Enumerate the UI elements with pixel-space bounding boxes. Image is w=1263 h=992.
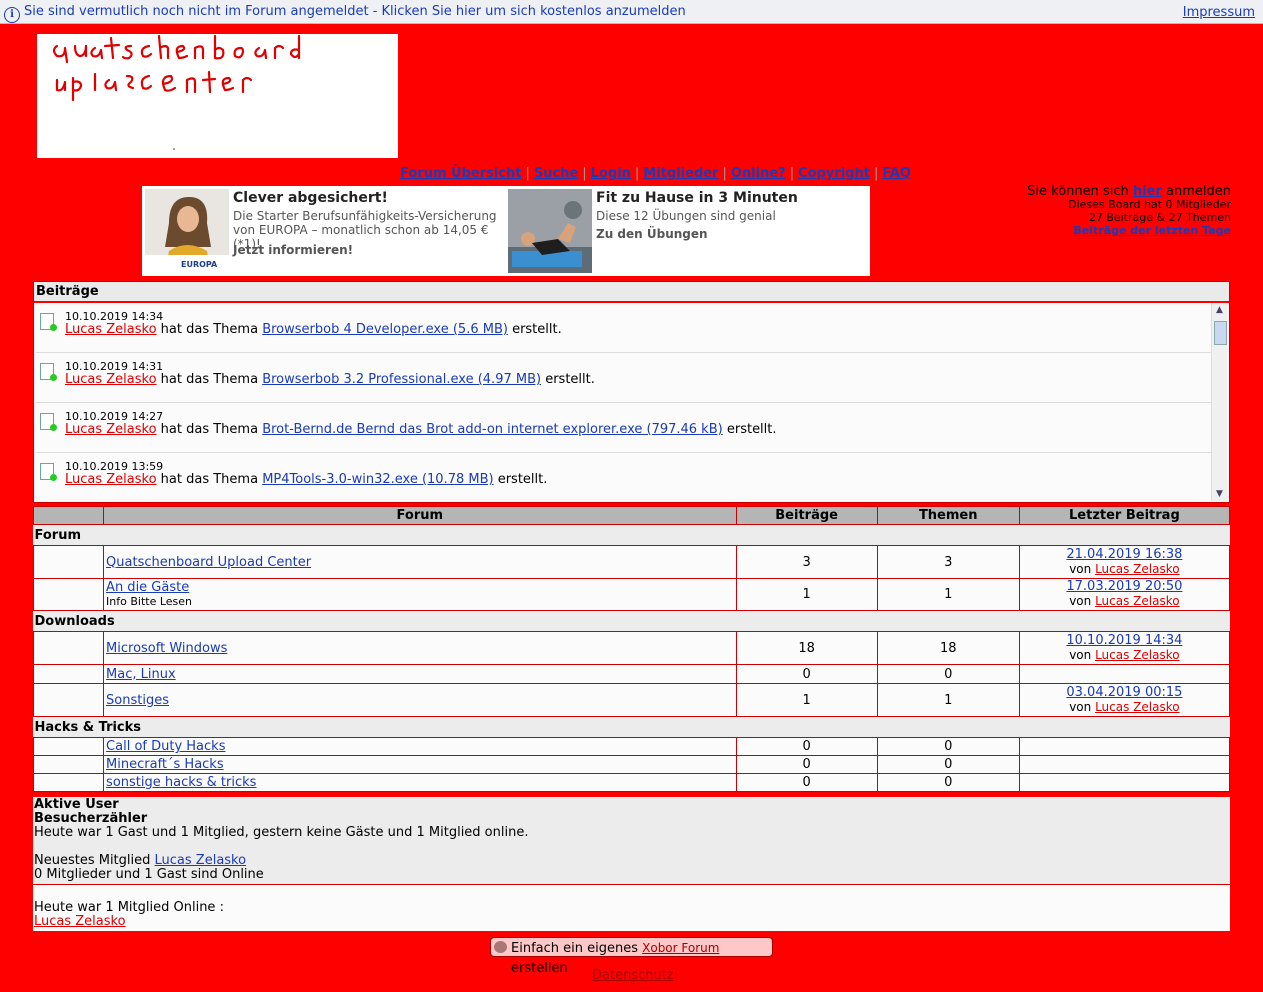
new-topic-icon xyxy=(40,313,57,331)
table-row: Sonstiges 1 1 03.04.2019 00:15 von Lucas … xyxy=(32,683,1231,717)
category-hacks: Hacks & Tricks xyxy=(33,716,1230,738)
scroll-down-icon[interactable]: ▼ xyxy=(1213,488,1226,500)
user-link[interactable]: Lucas Zelasko xyxy=(1095,594,1180,608)
col-posts: Beiträge xyxy=(735,506,878,525)
ad-brand: EUROPA xyxy=(181,260,218,269)
forum-link[interactable]: Call of Duty Hacks xyxy=(106,739,225,754)
privacy-link[interactable]: Datenschutz xyxy=(592,968,674,983)
topic-link[interactable]: Browserbob 3.2 Professional.exe (4.97 MB… xyxy=(262,372,541,387)
last-post-link[interactable]: 03.04.2019 00:15 xyxy=(1066,685,1182,700)
last-post-link[interactable]: 17.03.2019 20:50 xyxy=(1066,579,1182,594)
table-row: Quatschenboard Upload Center 3 3 21.04.2… xyxy=(32,545,1231,579)
feed-scrollbar[interactable]: ▲ ▼ xyxy=(1211,303,1227,501)
nav-members[interactable]: Mitglieder xyxy=(643,166,718,181)
user-link[interactable]: Lucas Zelasko xyxy=(65,422,157,437)
ad-title[interactable]: Fit zu Hause in 3 Minuten xyxy=(596,190,798,206)
scroll-thumb[interactable] xyxy=(1214,321,1227,345)
forum-link[interactable]: sonstige hacks & tricks xyxy=(106,775,256,790)
table-row: Microsoft Windows 18 18 10.10.2019 14:34… xyxy=(32,631,1231,665)
col-topics: Themen xyxy=(876,506,1020,525)
col-forum: Forum xyxy=(103,506,737,525)
user-link[interactable]: Lucas Zelasko xyxy=(65,472,157,487)
nav-faq[interactable]: FAQ xyxy=(882,166,911,181)
ad-item-insurance[interactable]: EUROPA Clever abgesichert! Die Starter B… xyxy=(142,189,502,273)
main-nav: Forum Übersicht | Suche | Login | Mitglieder | O… xyxy=(400,166,911,181)
nav-copyright[interactable]: Copyright xyxy=(798,166,870,181)
list-item: 10.10.2019 14:31 Lucas Zelasko hat das T… xyxy=(36,353,1211,403)
user-link[interactable]: Lucas Zelasko xyxy=(65,322,157,337)
xobor-link[interactable]: Xobor Forum xyxy=(642,941,719,955)
login-here-link[interactable]: hier xyxy=(1133,184,1162,199)
impressum-link[interactable]: Impressum xyxy=(1183,5,1255,20)
visitor-counter-heading: Besucherzähler xyxy=(34,811,148,826)
newest-member-link[interactable]: Lucas Zelasko xyxy=(155,853,247,868)
forum-link[interactable]: Mac, Linux xyxy=(106,667,176,682)
ad-title[interactable]: Clever abgesichert! xyxy=(233,190,388,206)
topic-link[interactable]: Browserbob 4 Developer.exe (5.6 MB) xyxy=(262,322,508,337)
user-link[interactable]: Lucas Zelasko xyxy=(65,372,157,387)
ad-banner: EUROPA Clever abgesichert! Die Starter B… xyxy=(142,186,870,276)
list-item: 10.10.2019 14:34 Lucas Zelasko hat das T… xyxy=(36,303,1211,353)
table-row: sonstige hacks & tricks 0 0 xyxy=(32,773,1231,792)
ad-cta[interactable]: Zu den Übungen xyxy=(596,227,708,241)
fitness-photo-icon xyxy=(508,189,592,273)
forum-link[interactable]: An die Gäste xyxy=(106,580,189,595)
ad-item-fitness[interactable]: Fit zu Hause in 3 Minuten Diese 12 Übung… xyxy=(505,189,865,273)
login-info: Sie können sich hier anmelden Dieses Boa… xyxy=(1027,184,1231,237)
nav-search[interactable]: Suche xyxy=(534,166,578,181)
forum-link[interactable]: Sonstiges xyxy=(106,693,169,708)
nav-forum-overview[interactable]: Forum Übersicht xyxy=(400,166,521,181)
last-post-link[interactable]: 10.10.2019 14:34 xyxy=(1066,633,1182,648)
login-notice[interactable]: i Sie sind vermutlich noch nicht im Forum… xyxy=(4,4,686,23)
category-downloads: Downloads xyxy=(33,610,1230,632)
list-item: 10.10.2019 13:59 Lucas Zelasko hat das T… xyxy=(36,453,1211,501)
user-link[interactable]: Lucas Zelasko xyxy=(1095,648,1180,662)
table-row: Minecraft´s Hacks 0 0 xyxy=(32,755,1231,774)
chat-bubble-icon xyxy=(494,941,507,953)
list-item: 10.10.2019 14:27 Lucas Zelasko hat das T… xyxy=(36,403,1211,453)
board-logo[interactable] xyxy=(37,34,398,158)
col-last-post: Letzter Beitrag xyxy=(1018,506,1231,525)
recent-posts-link[interactable]: Beiträge der letzten Tage xyxy=(1073,224,1231,237)
recent-posts-panel: Beiträge 10.10.2019 14:34 Lucas Zelasko … xyxy=(33,281,1230,503)
new-topic-icon xyxy=(40,413,57,431)
topic-link[interactable]: MP4Tools-3.0-win32.exe (10.78 MB) xyxy=(262,472,493,487)
login-notice-bar: i Sie sind vermutlich noch nicht im Forum… xyxy=(0,0,1263,24)
recent-posts-list[interactable]: 10.10.2019 14:34 Lucas Zelasko hat das T… xyxy=(36,303,1211,501)
handwritten-logo xyxy=(52,34,301,150)
table-header-row: Forum Beiträge Themen Letzter Beitrag xyxy=(32,506,1231,525)
recent-posts-header: Beiträge xyxy=(34,282,1229,303)
stats-panel: Aktive User Besucherzähler Heute war 1 G… xyxy=(33,797,1230,931)
new-topic-icon xyxy=(40,363,57,381)
forum-link[interactable]: Microsoft Windows xyxy=(106,641,227,656)
member-count: Dieses Board hat 0 Mitglieder xyxy=(1068,198,1231,211)
new-topic-icon xyxy=(40,463,57,481)
user-link[interactable]: Lucas Zelasko xyxy=(34,914,126,929)
user-link[interactable]: Lucas Zelasko xyxy=(1095,700,1180,714)
woman-photo-icon: EUROPA xyxy=(145,189,229,273)
post-count: 27 Beiträge & 27 Themen xyxy=(1088,211,1231,224)
nav-online[interactable]: Online? xyxy=(731,166,786,181)
forum-description: Info Bitte Lesen xyxy=(106,594,193,608)
online-summary: 0 Mitglieder und 1 Gast sind Online xyxy=(34,867,264,882)
nav-login[interactable]: Login xyxy=(591,166,631,181)
user-link[interactable]: Lucas Zelasko xyxy=(1095,562,1180,576)
create-forum-button[interactable]: Einfach ein eigenes Xobor Forum erstelle… xyxy=(490,937,773,976)
topic-link[interactable]: Brot-Bernd.de Bernd das Brot add-on inte… xyxy=(262,422,723,437)
table-row: Mac, Linux 0 0 xyxy=(32,664,1231,684)
last-post-link[interactable]: 21.04.2019 16:38 xyxy=(1066,547,1182,562)
forum-table: Forum Beiträge Themen Letzter Beitrag Fo… xyxy=(32,506,1231,792)
table-row: Call of Duty Hacks 0 0 xyxy=(32,737,1231,756)
forum-link[interactable]: Minecraft´s Hacks xyxy=(106,757,224,772)
scroll-up-icon[interactable]: ▲ xyxy=(1213,304,1226,316)
info-icon: i xyxy=(4,7,20,23)
forum-link[interactable]: Quatschenboard Upload Center xyxy=(106,555,311,570)
today-members: Heute war 1 Mitglied Online : xyxy=(34,900,224,915)
ad-description: Diese 12 Übungen sind genial xyxy=(596,209,776,223)
visitor-summary: Heute war 1 Gast und 1 Mitglied, gestern… xyxy=(34,825,529,840)
category-forum: Forum xyxy=(33,524,1230,546)
table-row: An die Gäste Info Bitte Lesen 1 1 17.03.2… xyxy=(32,578,1231,611)
ad-cta[interactable]: Jetzt informieren! xyxy=(233,243,353,257)
active-users-heading: Aktive User xyxy=(34,797,119,812)
